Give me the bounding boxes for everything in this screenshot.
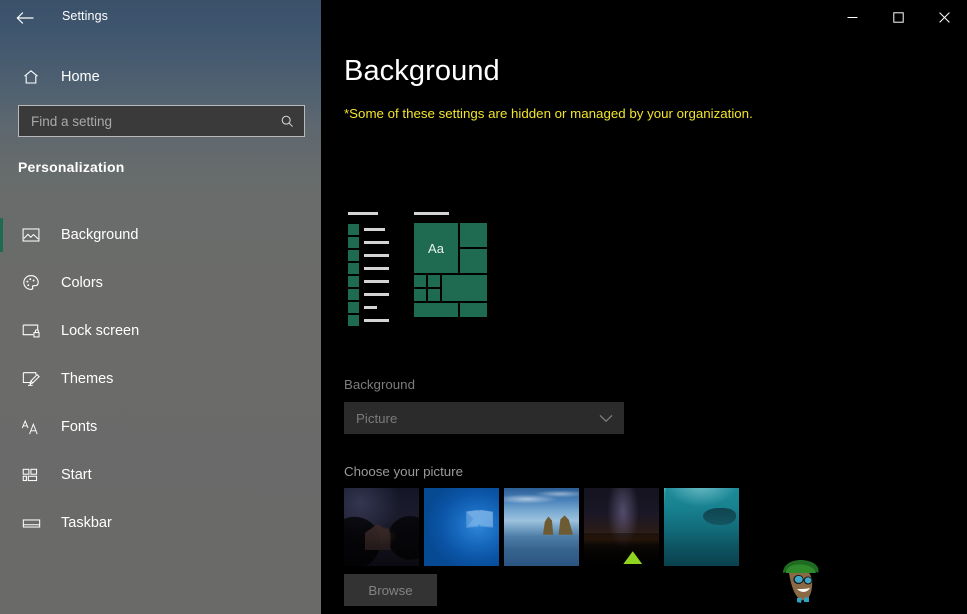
- close-button[interactable]: [921, 0, 967, 34]
- sidebar: Home Find a setting Personalization Back…: [0, 0, 321, 614]
- main-content: Background *Some of these settings are h…: [321, 0, 967, 614]
- preview-tile: [442, 275, 487, 301]
- preview-list-square: [348, 263, 359, 274]
- preview-tile-large: Aa: [414, 223, 458, 273]
- choose-picture-label: Choose your picture: [344, 464, 463, 479]
- sidebar-item-taskbar-label: Taskbar: [61, 515, 112, 531]
- sidebar-item-start-label: Start: [61, 467, 92, 483]
- preview-start-list: [344, 212, 389, 326]
- site-mascot-watermark: [773, 556, 827, 606]
- milky-way-tent-wallpaper[interactable]: [584, 488, 659, 566]
- preview-list-row: [348, 250, 389, 261]
- app-title: Settings: [62, 9, 108, 23]
- sidebar-item-start[interactable]: Start: [0, 451, 321, 499]
- preview-tile: [414, 275, 426, 287]
- chevron-down-icon: [599, 414, 613, 423]
- font-aa-icon: [8, 419, 54, 436]
- maximize-button[interactable]: [875, 0, 921, 34]
- preview-tiles: Aa: [414, 212, 490, 322]
- preview-list-line: [364, 306, 377, 309]
- organization-warning: *Some of these settings are hidden or ma…: [344, 106, 753, 121]
- preview-list-line: [364, 267, 389, 270]
- start-tiles-icon: [8, 468, 54, 483]
- sidebar-item-colors[interactable]: Colors: [0, 259, 321, 307]
- preview-tile: [460, 249, 487, 273]
- sidebar-item-fonts-label: Fonts: [61, 419, 98, 435]
- preview-list-row: [348, 224, 389, 235]
- preview-list-row: [348, 237, 389, 248]
- preview-list-square: [348, 250, 359, 261]
- night-house-wallpaper[interactable]: [344, 488, 419, 566]
- preview-tile: [460, 303, 487, 317]
- preview-tile: [414, 303, 458, 317]
- sidebar-item-taskbar[interactable]: Taskbar: [0, 499, 321, 547]
- browse-button-label: Browse: [368, 582, 413, 598]
- search-input[interactable]: Find a setting: [18, 105, 305, 137]
- title-bar-left: [0, 0, 321, 34]
- sidebar-item-lock-screen-label: Lock screen: [61, 323, 140, 339]
- preview-tile-text: Aa: [428, 240, 444, 256]
- preview-list-square: [348, 302, 359, 313]
- browse-button[interactable]: Browse: [344, 574, 437, 606]
- title-bar: Settings: [0, 0, 967, 34]
- beach-rock-arch-wallpaper[interactable]: [504, 488, 579, 566]
- sidebar-item-background-label: Background: [61, 227, 139, 243]
- preview-list-row: [348, 263, 389, 274]
- wallpaper-thumbnail-list: [344, 488, 739, 566]
- preview-list-line: [364, 241, 389, 244]
- sidebar-content: Home Find a setting Personalization Back…: [0, 34, 321, 614]
- back-button[interactable]: [8, 4, 42, 32]
- underwater-turquoise-wallpaper[interactable]: [664, 488, 739, 566]
- preview-list-line: [364, 319, 389, 322]
- preview-list-square: [348, 224, 359, 235]
- window-controls: [829, 0, 967, 34]
- sidebar-item-themes[interactable]: Themes: [0, 355, 321, 403]
- sidebar-item-home[interactable]: Home: [0, 60, 321, 94]
- preview-list-square: [348, 237, 359, 248]
- preview-list-square: [348, 315, 359, 326]
- preview-tiles-title-bar: [414, 212, 449, 215]
- sidebar-item-home-label: Home: [61, 69, 100, 85]
- page-title: Background: [344, 55, 500, 87]
- lock-screen-icon: [8, 323, 54, 339]
- preview-list-line: [364, 293, 389, 296]
- sidebar-item-themes-label: Themes: [61, 371, 114, 387]
- background-field-label: Background: [344, 377, 415, 392]
- preview-list-line: [364, 280, 389, 283]
- sidebar-nav-list: Background Colors Lock screen Themes Fon…: [0, 211, 321, 547]
- sidebar-item-background[interactable]: Background: [0, 211, 321, 259]
- preview-tile: [460, 223, 487, 247]
- home-icon: [8, 68, 54, 86]
- windows-10-hero-wallpaper[interactable]: [424, 488, 499, 566]
- search-input-placeholder: Find a setting: [31, 113, 113, 129]
- image-icon: [8, 227, 54, 243]
- preview-tile: [414, 289, 426, 301]
- preview-tile: [428, 289, 440, 301]
- preview-list-line: [364, 254, 389, 257]
- preview-list-row: [348, 315, 389, 326]
- preview-list-square: [348, 289, 359, 300]
- minimize-button[interactable]: [829, 0, 875, 34]
- sidebar-item-colors-label: Colors: [61, 275, 103, 291]
- brush-icon: [8, 371, 54, 388]
- preview-title-bar: [348, 212, 378, 215]
- preview-list-line: [364, 228, 385, 231]
- preview-tile: [428, 275, 440, 287]
- background-type-value: Picture: [356, 410, 398, 426]
- sidebar-item-fonts[interactable]: Fonts: [0, 403, 321, 451]
- palette-icon: [8, 274, 54, 292]
- settings-window: Home Find a setting Personalization Back…: [0, 0, 967, 614]
- background-type-dropdown[interactable]: Picture: [344, 402, 624, 434]
- preview-list-row: [348, 289, 389, 300]
- selection-indicator: [0, 218, 3, 252]
- theme-preview: Aa: [344, 212, 524, 326]
- search-icon[interactable]: [270, 114, 304, 129]
- preview-list-square: [348, 276, 359, 287]
- sidebar-section-title: Personalization: [18, 159, 125, 175]
- taskbar-icon: [8, 517, 54, 530]
- sidebar-item-lock-screen[interactable]: Lock screen: [0, 307, 321, 355]
- preview-list-row: [348, 302, 389, 313]
- preview-list-row: [348, 276, 389, 287]
